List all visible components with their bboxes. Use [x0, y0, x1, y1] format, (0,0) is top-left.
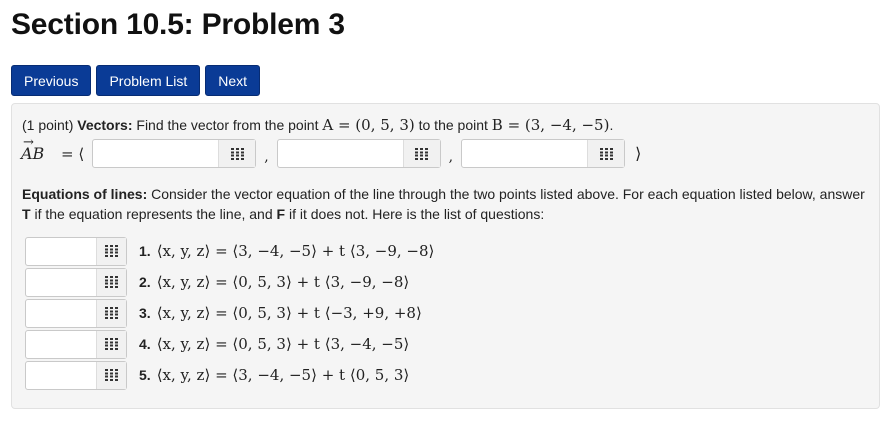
grid-icon — [599, 147, 613, 160]
grid-icon — [105, 369, 118, 381]
question-answer-box — [25, 360, 127, 390]
points-label: (1 point) — [22, 117, 74, 133]
question-equation: ⟨x, y, z⟩ = ⟨3, −4, −5⟩ + t ⟨3, −9, −8⟩ — [156, 242, 435, 260]
question-number: 2. — [139, 274, 151, 290]
question-5-input[interactable] — [26, 361, 96, 389]
question-answer-box — [25, 329, 127, 359]
vector-angle-close: ⟩ — [635, 144, 642, 163]
question-answer-box — [25, 298, 127, 328]
comma: , — [448, 148, 454, 165]
problem-list-button[interactable]: Problem List — [96, 65, 201, 96]
answer-helper-button[interactable] — [96, 299, 126, 327]
vector-component-1 — [92, 139, 257, 168]
grid-icon — [105, 245, 118, 257]
vectors-prompt: (1 point) Vectors: Find the vector from … — [22, 116, 613, 134]
next-button[interactable]: Next — [205, 65, 261, 96]
question-1-input[interactable] — [26, 237, 96, 265]
period: . — [609, 117, 614, 133]
question-row: 3. ⟨x, y, z⟩ = ⟨0, 5, 3⟩ + t ⟨−3, +9, +8… — [25, 298, 434, 328]
previous-button[interactable]: Previous — [11, 65, 92, 96]
vector-answer-row: → AB = ⟨ , , ⟩ — [21, 135, 642, 169]
equations-prompt: Equations of lines: Consider the vector … — [22, 184, 872, 224]
question-equation: ⟨x, y, z⟩ = ⟨3, −4, −5⟩ + t ⟨0, 5, 3⟩ — [156, 366, 410, 384]
answer-helper-button[interactable] — [96, 330, 126, 358]
question-row: 4. ⟨x, y, z⟩ = ⟨0, 5, 3⟩ + t ⟨3, −4, −5⟩ — [25, 329, 434, 359]
question-row: 1. ⟨x, y, z⟩ = ⟨3, −4, −5⟩ + t ⟨3, −9, −… — [25, 236, 434, 266]
problem-nav: Previous Problem List Next — [11, 65, 261, 96]
question-answer-box — [25, 267, 127, 297]
problem-panel: (1 point) Vectors: Find the vector from … — [11, 103, 880, 409]
answer-helper-button[interactable] — [96, 361, 126, 389]
question-3-input[interactable] — [26, 299, 96, 327]
to-text: to the point — [418, 117, 488, 133]
vector-component-3 — [461, 139, 626, 168]
f-text: if it does not. Here is the list of ques… — [288, 206, 545, 222]
question-equation: ⟨x, y, z⟩ = ⟨0, 5, 3⟩ + t ⟨3, −4, −5⟩ — [156, 335, 410, 353]
question-4-input[interactable] — [26, 330, 96, 358]
question-2-input[interactable] — [26, 268, 96, 296]
vector-label: → AB — [21, 135, 61, 163]
answer-helper-button[interactable] — [402, 140, 440, 167]
question-equation: ⟨x, y, z⟩ = ⟨0, 5, 3⟩ + t ⟨−3, +9, +8⟩ — [156, 304, 422, 322]
question-number: 5. — [139, 367, 151, 383]
question-row: 2. ⟨x, y, z⟩ = ⟨0, 5, 3⟩ + t ⟨3, −9, −8⟩ — [25, 267, 434, 297]
question-number: 4. — [139, 336, 151, 352]
grid-icon — [415, 147, 429, 160]
comma: , — [264, 148, 269, 165]
grid-icon — [105, 338, 118, 350]
f-bold: F — [276, 206, 286, 222]
equations-label: Equations of lines: — [22, 186, 148, 202]
grid-icon — [105, 307, 118, 319]
answer-helper-button[interactable] — [218, 140, 256, 167]
vector-component-2 — [276, 139, 441, 168]
vector-eq-open: = ⟨ — [61, 144, 85, 163]
question-list: 1. ⟨x, y, z⟩ = ⟨3, −4, −5⟩ + t ⟨3, −9, −… — [25, 236, 434, 391]
t-text: if the equation represents the line, and — [34, 206, 273, 222]
question-number: 3. — [139, 305, 151, 321]
vector-y-input[interactable] — [277, 140, 403, 167]
t-bold: T — [22, 206, 31, 222]
question-answer-box — [25, 236, 127, 266]
question-number: 1. — [139, 243, 151, 259]
question-equation: ⟨x, y, z⟩ = ⟨0, 5, 3⟩ + t ⟨3, −9, −8⟩ — [156, 273, 410, 291]
vectors-label: Vectors: — [77, 117, 133, 133]
answer-helper-button[interactable] — [96, 268, 126, 296]
point-a: A = (0, 5, 3) — [322, 116, 415, 134]
grid-icon — [230, 147, 244, 160]
point-b: B = (3, −4, −5) — [491, 116, 610, 134]
answer-helper-button[interactable] — [587, 140, 625, 167]
question-row: 5. ⟨x, y, z⟩ = ⟨3, −4, −5⟩ + t ⟨0, 5, 3⟩ — [25, 360, 434, 390]
answer-helper-button[interactable] — [96, 237, 126, 265]
equations-text: Consider the vector equation of the line… — [151, 186, 865, 202]
grid-icon — [105, 276, 118, 288]
page-title: Section 10.5: Problem 3 — [11, 8, 345, 41]
vector-z-input[interactable] — [462, 140, 588, 167]
vector-arrow: → — [23, 135, 34, 150]
vector-x-input[interactable] — [93, 140, 219, 167]
vectors-text: Find the vector from the point — [136, 117, 319, 133]
